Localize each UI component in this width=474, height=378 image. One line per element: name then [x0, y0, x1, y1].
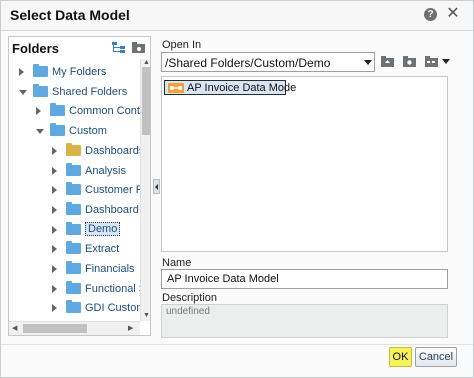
folder-icon [66, 182, 81, 196]
tree-item-analysis[interactable]: Analysis [9, 162, 141, 182]
tree-item-label: Common Conten [69, 105, 141, 118]
chevron-down-icon[interactable] [364, 60, 372, 65]
tree-item-customer-re[interactable]: Customer Re [9, 181, 141, 201]
folder-icon [50, 103, 65, 117]
horizontal-scroll-thumb[interactable] [23, 324, 87, 333]
vertical-scroll-thumb[interactable] [142, 67, 150, 135]
folder-icon [66, 261, 81, 274]
dashboard-folder-icon [66, 142, 81, 156]
collapsed-triangle-icon[interactable] [52, 245, 57, 254]
description-value: undefined [166, 306, 210, 317]
folder-icon [50, 123, 65, 137]
tree-item-label: Shared Folders [52, 85, 128, 98]
folders-title: Folders [12, 41, 59, 56]
tree-item-extract[interactable]: Extract [9, 240, 141, 260]
folder-icon [66, 241, 81, 255]
tree-item-dashboard[interactable]: Dashboard [9, 201, 141, 221]
open-in-path-select[interactable]: /Shared Folders/Custom/Demo [161, 52, 375, 72]
cancel-button[interactable]: Cancel [415, 347, 457, 367]
collapsed-triangle-icon[interactable] [19, 68, 24, 76]
scroll-down-arrow-icon[interactable]: ▼ [143, 312, 150, 319]
tree-item-custom[interactable]: Custom [9, 122, 141, 142]
scroll-left-arrow-icon[interactable]: ◀ [12, 324, 17, 332]
expanded-triangle-icon[interactable] [36, 129, 44, 135]
collapsed-triangle-icon[interactable] [52, 304, 57, 313]
tree-item-label: My Folders [52, 66, 107, 78]
collapse-panel-handle[interactable] [153, 179, 160, 194]
tree-view-icon[interactable] [112, 42, 125, 54]
file-list: AP Invoice Data Mode [161, 76, 448, 252]
view-options-icon[interactable] [425, 56, 438, 67]
expanded-triangle-icon[interactable] [19, 89, 27, 95]
tree-item-label: Customer Re [85, 184, 141, 197]
tree-item-demo[interactable]: Demo [9, 221, 141, 241]
tree-item-label: Custom [69, 125, 107, 138]
tree-item-shared-folders[interactable]: Shared Folders [9, 83, 141, 103]
tree-item-label: Functional Se [85, 282, 141, 295]
name-label: Name [162, 257, 192, 269]
close-icon[interactable]: ✕ [444, 5, 462, 23]
folders-horizontal-scrollbar[interactable]: ◀ ▶ [9, 321, 140, 335]
tree-item-label: Demo [85, 221, 121, 236]
view-dropdown-chevron-icon[interactable] [442, 59, 450, 64]
tree-item-label: Extract [85, 243, 120, 256]
folder-tree: My Folders Shared Folders Common Conten Cus… [9, 63, 141, 319]
tree-item-gdi-custom[interactable]: GDI Custom [9, 299, 141, 319]
tree-item-label: Dashboards [85, 144, 141, 157]
folder-icon [66, 300, 81, 314]
tree-item-label: Financials [85, 263, 135, 275]
collapsed-triangle-icon[interactable] [36, 107, 41, 116]
select-data-model-dialog: Select Data Model ? ✕ Folders My Folders… [0, 0, 474, 378]
data-model-icon [168, 83, 184, 93]
folders-panel: Folders My Folders Shared Folders Common C… [8, 36, 151, 336]
tree-item-functional-se[interactable]: Functional Se [9, 280, 141, 300]
tree-item-label: Analysis [85, 164, 126, 177]
tree-item-label: Dashboard [85, 203, 139, 216]
collapsed-triangle-icon[interactable] [52, 146, 57, 155]
file-item-data-model[interactable]: AP Invoice Data Mode [164, 80, 296, 95]
folder-icon [33, 64, 48, 77]
folder-icon [66, 162, 81, 176]
scroll-up-arrow-icon[interactable]: ▲ [143, 59, 150, 66]
dialog-title: Select Data Model [10, 7, 130, 23]
description-label: Description [162, 292, 218, 304]
folder-settings-icon[interactable] [132, 42, 145, 54]
footer-divider [1, 344, 473, 345]
folder-icon [33, 83, 48, 97]
collapsed-triangle-icon[interactable] [52, 166, 57, 175]
name-input-value: AP Invoice Data Model [167, 273, 279, 285]
folder-icon [66, 221, 81, 235]
folder-icon [66, 280, 81, 294]
new-folder-icon[interactable] [403, 56, 416, 67]
collapsed-triangle-icon[interactable] [52, 265, 57, 273]
ok-button[interactable]: OK [389, 347, 412, 367]
tree-item-dashboards[interactable]: Dashboards [9, 142, 141, 162]
dialog-titlebar: Select Data Model ? ✕ [1, 1, 473, 31]
tree-item-financials[interactable]: Financials [9, 260, 141, 280]
collapsed-triangle-icon[interactable] [52, 284, 57, 293]
open-in-label: Open In [162, 39, 202, 51]
tree-item-common-conten[interactable]: Common Conten [9, 102, 141, 122]
help-icon[interactable]: ? [424, 8, 437, 21]
open-in-path-value: /Shared Folders/Custom/Demo [165, 56, 331, 70]
name-input[interactable]: AP Invoice Data Model [161, 269, 448, 289]
folder-icon [66, 201, 81, 215]
tree-item-my-folders[interactable]: My Folders [9, 63, 141, 83]
folders-header: Folders [9, 37, 150, 59]
collapsed-triangle-icon[interactable] [52, 205, 57, 214]
scroll-right-arrow-icon[interactable]: ▶ [128, 324, 133, 332]
folders-vertical-scrollbar[interactable]: ▲ ▼ [140, 59, 150, 321]
collapsed-triangle-icon[interactable] [52, 186, 57, 195]
collapsed-triangle-icon[interactable] [52, 225, 57, 234]
file-item-label: AP Invoice Data Mode [187, 82, 297, 94]
description-field: undefined [161, 304, 448, 338]
up-folder-icon[interactable] [381, 56, 394, 67]
tree-item-label: GDI Custom [85, 302, 141, 315]
